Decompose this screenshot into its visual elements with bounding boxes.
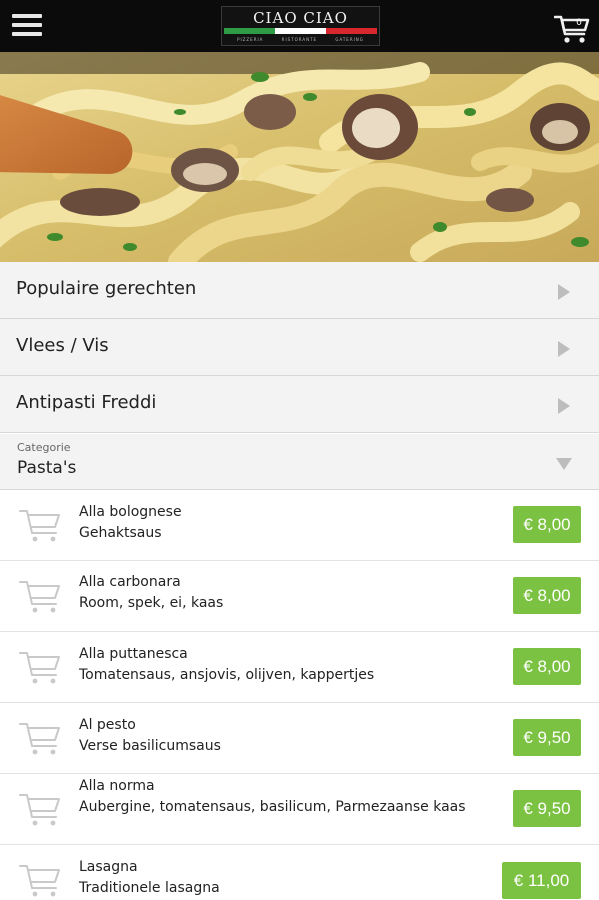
logo-name: CIAO CIAO: [253, 9, 348, 27]
item-description: Gehaktsaus: [79, 525, 162, 541]
shopping-cart-button[interactable]: 0: [553, 14, 590, 44]
item-name: Al pesto: [79, 717, 136, 733]
price-button[interactable]: € 8,00: [513, 648, 581, 685]
shopping-cart-icon: [19, 510, 60, 542]
shopping-cart-icon: [19, 652, 60, 684]
triangle-right-icon: [558, 398, 570, 414]
top-bar: CIAO CIAO PIZZERIA RISTORANTE GATERING 0: [0, 0, 599, 52]
hero-pasta-image: [0, 52, 599, 262]
item-name: Alla norma: [79, 778, 155, 794]
category-select[interactable]: Categorie Pasta's: [0, 434, 599, 490]
item-description: Tomatensaus, ansjovis, olijven, kappertj…: [79, 667, 375, 683]
add-to-cart-icon[interactable]: [18, 720, 62, 756]
logo-tagline: PIZZERIA RISTORANTE GATERING: [237, 37, 364, 42]
category-select-value: Pasta's: [17, 458, 77, 478]
shopping-cart-icon: [19, 581, 60, 613]
pasta-list: Alla bolognese Gehaktsaus € 8,00 Alla ca…: [0, 490, 599, 900]
category-row-vlees-vis[interactable]: Vlees / Vis: [0, 319, 599, 376]
pasta-photo: [0, 52, 599, 262]
item-name: Alla bolognese: [79, 504, 182, 520]
list-item: Alla puttanesca Tomatensaus, ansjovis, o…: [0, 632, 599, 703]
item-description: Aubergine, tomatensaus, basilicum, Parme…: [79, 799, 466, 815]
add-to-cart-icon[interactable]: [18, 578, 62, 614]
category-row-populaire[interactable]: Populaire gerechten: [0, 262, 599, 319]
category-label: Antipasti Freddi: [16, 392, 157, 413]
hamburger-menu-icon[interactable]: [12, 12, 42, 38]
price-button[interactable]: € 8,00: [513, 506, 581, 543]
category-select-label: Categorie: [17, 441, 71, 454]
shopping-cart-icon: [19, 865, 60, 897]
add-to-cart-icon[interactable]: [18, 862, 62, 898]
triangle-right-icon: [558, 341, 570, 357]
item-name: Alla puttanesca: [79, 646, 188, 662]
list-item: Alla carbonara Room, spek, ei, kaas € 8,…: [0, 561, 599, 632]
list-item: Alla norma Aubergine, tomatensaus, basil…: [0, 774, 599, 845]
italian-flag-stripe: [224, 28, 377, 34]
triangle-right-icon: [558, 284, 570, 300]
price-button[interactable]: € 11,00: [502, 862, 581, 899]
price-button[interactable]: € 9,50: [513, 790, 581, 827]
cart-count-badge: 0: [576, 18, 582, 28]
triangle-down-icon: [556, 458, 572, 470]
shopping-cart-icon: [19, 794, 60, 826]
list-item: Alla bolognese Gehaktsaus € 8,00: [0, 490, 599, 561]
item-name: Lasagna: [79, 859, 138, 875]
shopping-cart-icon: [19, 723, 60, 755]
category-label: Populaire gerechten: [16, 278, 197, 299]
add-to-cart-icon[interactable]: [18, 649, 62, 685]
add-to-cart-icon[interactable]: [18, 507, 62, 543]
list-item: Lasagna Traditionele lasagna € 11,00: [0, 845, 599, 900]
category-label: Vlees / Vis: [16, 335, 109, 356]
item-description: Verse basilicumsaus: [79, 738, 221, 754]
category-row-antipasti[interactable]: Antipasti Freddi: [0, 376, 599, 433]
price-button[interactable]: € 9,50: [513, 719, 581, 756]
add-to-cart-icon[interactable]: [18, 791, 62, 827]
price-button[interactable]: € 8,00: [513, 577, 581, 614]
item-description: Traditionele lasagna: [79, 880, 220, 896]
list-item: Al pesto Verse basilicumsaus € 9,50: [0, 703, 599, 774]
item-name: Alla carbonara: [79, 574, 181, 590]
item-description: Room, spek, ei, kaas: [79, 595, 224, 611]
logo: CIAO CIAO PIZZERIA RISTORANTE GATERING: [221, 6, 380, 46]
